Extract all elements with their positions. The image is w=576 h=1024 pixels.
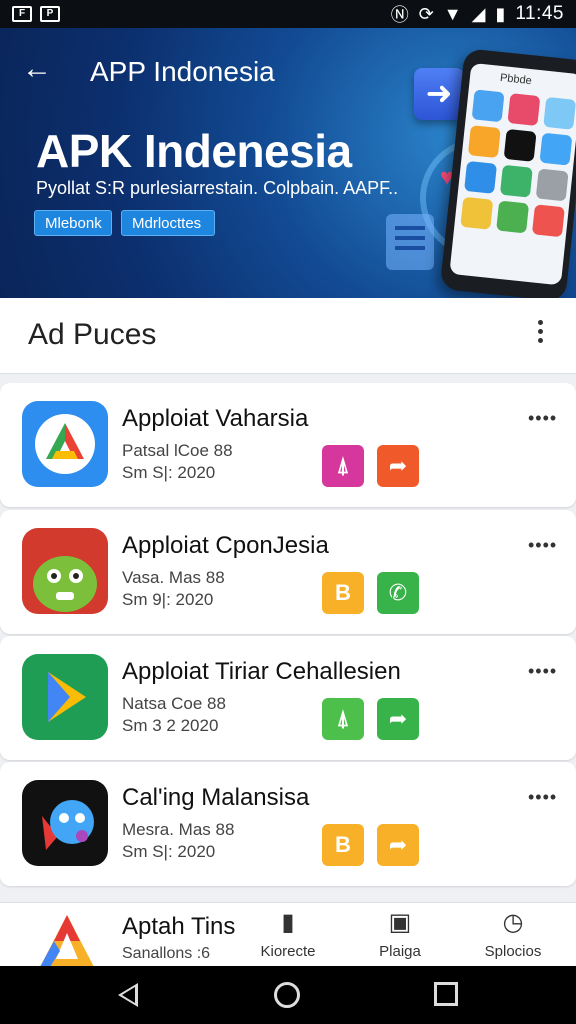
system-home-icon[interactable] xyxy=(274,982,300,1008)
phone-icon[interactable]: ✆ xyxy=(377,572,419,614)
nav-label: Plaiga xyxy=(379,943,421,960)
app-logo-icon xyxy=(36,911,98,967)
hero-title: APK Indenesia xyxy=(36,125,352,177)
app-meta: Patsal lCoe 88 xyxy=(122,441,233,460)
list-item[interactable]: Apploiat CponJesia Vasa. Mas 88 Sm 9|: 2… xyxy=(0,510,576,634)
bottom-navigation: Aptah Tins Sanallons :6 ▮ Kiorecte ▣ Pla… xyxy=(0,902,576,967)
more-horiz-icon[interactable]: •••• xyxy=(528,662,560,680)
section-title: Ad Puces xyxy=(28,318,157,351)
app-date: Sm 3 2 2020 xyxy=(122,716,219,735)
clipboard-icon: ▮ xyxy=(281,909,295,936)
app-meta: Natsa Coe 88 xyxy=(122,694,226,713)
bell-icon[interactable]: ⍋ xyxy=(322,445,364,487)
nav-splocios[interactable]: ◷ Splocios xyxy=(468,909,558,960)
app-name: Apploiat Tiriar Cehallesien xyxy=(122,658,401,685)
phone-screen-label: Pbbde xyxy=(499,71,533,88)
app-icon xyxy=(22,780,108,866)
book-icon[interactable]: B xyxy=(322,572,364,614)
app-name: Apploiat Vaharsia xyxy=(122,405,309,432)
signal-icon: ◢ xyxy=(471,3,486,24)
nav-kiorecte[interactable]: ▮ Kiorecte xyxy=(243,909,333,960)
notification-icon: F xyxy=(12,6,32,22)
document-icon xyxy=(386,214,434,270)
chip-mlebonk[interactable]: Mlebonk xyxy=(34,210,112,236)
share-icon[interactable]: ➦ xyxy=(377,824,419,866)
phone-illustration: Pbbde xyxy=(439,48,576,298)
notification-icon: P xyxy=(40,6,60,22)
app-date: Sm S|: 2020 xyxy=(122,842,216,861)
battery-icon: ▮ xyxy=(495,3,506,24)
app-bar-title: APP Indonesia xyxy=(90,56,275,87)
sync-icon: ⟳ xyxy=(418,3,434,24)
list-item[interactable]: Cal'ing Malansisa Mesra. Mas 88 Sm S|: 2… xyxy=(0,762,576,886)
back-arrow-icon[interactable]: ← xyxy=(22,54,54,86)
system-back-icon[interactable] xyxy=(118,983,138,1007)
timer-icon: ◷ xyxy=(502,909,524,936)
more-horiz-icon[interactable]: •••• xyxy=(528,788,560,806)
hero-banner: ← APP Indonesia APK Indenesia Pyollat S:… xyxy=(0,28,576,298)
more-horiz-icon[interactable]: •••• xyxy=(528,536,560,554)
list-item[interactable]: Apploiat Vaharsia Patsal lCoe 88 Sm S|: … xyxy=(0,383,576,507)
bell-icon[interactable]: ⍋ xyxy=(322,698,364,740)
system-navigation-bar xyxy=(0,966,576,1024)
more-vert-icon[interactable] xyxy=(532,320,548,348)
app-date: Sm S|: 2020 xyxy=(122,463,216,482)
app-icon xyxy=(22,401,108,487)
app-meta: Mesra. Mas 88 xyxy=(122,820,235,839)
nav-label: Splocios xyxy=(484,943,542,960)
app-name: Apploiat CponJesia xyxy=(122,532,329,559)
wifi-icon: ▼ xyxy=(443,3,462,24)
list-item[interactable]: Apploiat Tiriar Cehallesien Natsa Coe 88… xyxy=(0,636,576,760)
app-meta: Vasa. Mas 88 xyxy=(122,568,225,587)
app-name: Cal'ing Malansisa xyxy=(122,784,310,811)
more-horiz-icon[interactable]: •••• xyxy=(528,409,560,427)
arrow-right-icon: ➜ xyxy=(414,68,464,120)
app-icon xyxy=(22,654,108,740)
share-icon[interactable]: ➦ xyxy=(377,698,419,740)
nfc-icon: Ⓝ xyxy=(390,5,409,25)
status-bar: F P Ⓝ ⟳ ▼ ◢ ▮ 11:45 xyxy=(0,0,576,28)
clock: 11:45 xyxy=(515,3,564,24)
nav-plaiga[interactable]: ▣ Plaiga xyxy=(355,909,445,960)
media-icon: ▣ xyxy=(388,909,412,936)
bottom-title: Aptah Tins xyxy=(122,913,236,940)
nav-label: Kiorecte xyxy=(260,943,316,960)
system-recents-icon[interactable] xyxy=(434,982,458,1006)
app-date: Sm 9|: 2020 xyxy=(122,590,214,609)
hero-subtitle: Pyollat S:R purlesiarrestain. Colpbain. … xyxy=(36,178,399,198)
app-icon xyxy=(22,528,108,614)
share-icon[interactable]: ➦ xyxy=(377,445,419,487)
bottom-subtitle: Sanallons :6 xyxy=(122,945,211,962)
chip-mdrlocttes[interactable]: Mdrlocttes xyxy=(121,210,215,236)
section-header: Ad Puces xyxy=(0,298,576,374)
book-icon[interactable]: B xyxy=(322,824,364,866)
